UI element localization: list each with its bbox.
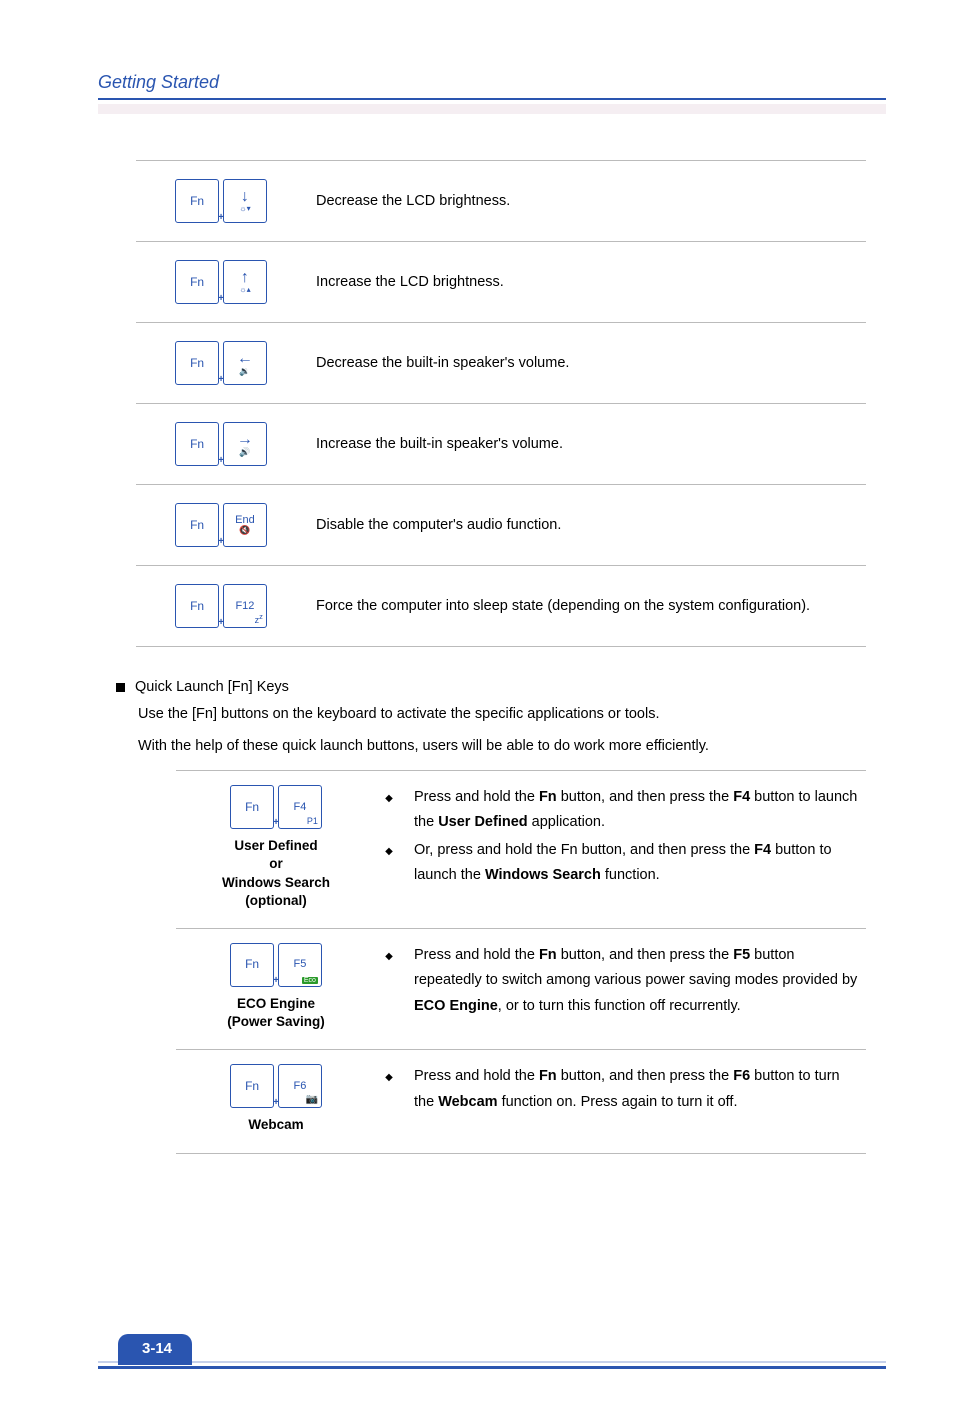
table-row: Fn + Decrease the LCD brightness. xyxy=(136,161,866,242)
quick-launch-paragraph: Use the [Fn] buttons on the keyboard to … xyxy=(138,701,874,729)
quick-launch-table: Fn + F4P1 User Defined or Windows Search… xyxy=(176,770,866,1154)
shortcut-description: Disable the computer's audio function. xyxy=(306,485,866,566)
fn-key-icon: Fn xyxy=(175,179,219,223)
label-line: ECO Engine xyxy=(237,996,315,1011)
label-line: Webcam xyxy=(248,1117,303,1132)
diamond-bullet-icon: ◆ xyxy=(382,1064,396,1115)
bullet-list: ◆ Press and hold the Fn button, and then… xyxy=(382,785,860,889)
key-combo: Fn + xyxy=(174,341,268,385)
table-row: Fn + End Disable the computer's audio fu… xyxy=(136,485,866,566)
arrow-down-brightness-key-icon xyxy=(223,179,267,223)
table-row: Fn + F5Eco ECO Engine (Power Saving) ◆ P… xyxy=(176,928,866,1049)
fn-key-icon: Fn xyxy=(175,503,219,547)
fn-key-icon: Fn xyxy=(175,422,219,466)
eco-engine-label: ECO Engine (Power Saving) xyxy=(182,995,370,1031)
bullet-text: Press and hold the Fn button, and then p… xyxy=(414,785,860,836)
diamond-bullet-icon: ◆ xyxy=(382,943,396,1019)
user-defined-label: User Defined or Windows Search (optional… xyxy=(182,837,370,910)
quick-launch-paragraph: With the help of these quick launch butt… xyxy=(138,733,874,761)
table-row: Fn + Increase the built-in speaker's vol… xyxy=(136,404,866,485)
list-item: ◆ Press and hold the Fn button, and then… xyxy=(382,943,860,1019)
webcam-label: Webcam xyxy=(182,1116,370,1134)
key-combo: Fn + F12zz xyxy=(174,584,268,628)
bullet-list: ◆ Press and hold the Fn button, and then… xyxy=(382,943,860,1019)
list-item: ◆ Press and hold the Fn button, and then… xyxy=(382,785,860,836)
label-line: or xyxy=(269,856,283,871)
shortcut-description: Increase the built-in speaker's volume. xyxy=(306,404,866,485)
fn-key-icon: Fn xyxy=(230,1064,274,1108)
f4-key-icon: F4P1 xyxy=(278,785,322,829)
bullet-text: Press and hold the Fn button, and then p… xyxy=(414,943,860,1019)
key-combo: Fn + F4P1 xyxy=(229,785,323,829)
arrow-up-brightness-key-icon xyxy=(223,260,267,304)
quick-launch-heading-text: Quick Launch [Fn] Keys xyxy=(135,679,289,695)
arrow-right-volume-key-icon xyxy=(223,422,267,466)
label-line: User Defined xyxy=(234,838,317,853)
diamond-bullet-icon: ◆ xyxy=(382,838,396,889)
shortcut-description: Force the computer into sleep state (dep… xyxy=(306,566,866,647)
f12-sleep-key-icon: F12zz xyxy=(223,584,267,628)
fn-key-icon: Fn xyxy=(175,584,219,628)
sleep-icon: zz xyxy=(255,613,263,625)
square-bullet-icon xyxy=(116,683,125,692)
key-combo: Fn + F5Eco xyxy=(229,943,323,987)
shortcut-description: Decrease the built-in speaker's volume. xyxy=(306,323,866,404)
shortcut-description: Increase the LCD brightness. xyxy=(306,242,866,323)
quick-launch-heading: Quick Launch [Fn] Keys xyxy=(116,679,874,695)
fn-key-icon: Fn xyxy=(230,943,274,987)
fn-key-icon: Fn xyxy=(175,341,219,385)
diamond-bullet-icon: ◆ xyxy=(382,785,396,836)
key-combo: Fn + xyxy=(174,422,268,466)
table-row: Fn + F6 Webcam ◆ Press and hold the Fn b… xyxy=(176,1050,866,1153)
key-combo: Fn + xyxy=(174,179,268,223)
label-line: (Power Saving) xyxy=(227,1014,325,1029)
table-row: Fn + Increase the LCD brightness. xyxy=(136,242,866,323)
f6-webcam-key-icon: F6 xyxy=(278,1064,322,1108)
footer-rule xyxy=(98,1366,886,1369)
fn-shortcuts-table: Fn + Decrease the LCD brightness. Fn + I… xyxy=(136,160,866,647)
bullet-text: Press and hold the Fn button, and then p… xyxy=(414,1064,860,1115)
list-item: ◆ Or, press and hold the Fn button, and … xyxy=(382,838,860,889)
main-content: Fn + Decrease the LCD brightness. Fn + I… xyxy=(98,160,874,1154)
shortcut-description: Decrease the LCD brightness. xyxy=(306,161,866,242)
table-row: Fn + Decrease the built-in speaker's vol… xyxy=(136,323,866,404)
f4-key-label: F4 xyxy=(294,802,307,813)
table-row: Fn + F4P1 User Defined or Windows Search… xyxy=(176,771,866,929)
f12-key-label: F12 xyxy=(235,601,254,612)
arrow-left-volume-key-icon xyxy=(223,341,267,385)
key-combo: Fn + F6 xyxy=(229,1064,323,1108)
fn-key-icon: Fn xyxy=(175,260,219,304)
p1-label-icon: P1 xyxy=(307,817,318,826)
key-combo: Fn + End xyxy=(174,503,268,547)
camera-icon xyxy=(305,1095,317,1105)
bullet-text: Or, press and hold the Fn button, and th… xyxy=(414,838,860,889)
f6-key-label: F6 xyxy=(294,1081,307,1092)
label-line: (optional) xyxy=(245,893,306,908)
table-row: Fn + F12zz Force the computer into sleep… xyxy=(136,566,866,647)
f5-key-label: F5 xyxy=(294,959,307,970)
header-rule xyxy=(98,98,886,100)
label-line: Windows Search xyxy=(222,875,330,890)
end-mute-key-icon: End xyxy=(223,503,267,547)
bullet-list: ◆ Press and hold the Fn button, and then… xyxy=(382,1064,860,1115)
key-combo: Fn + xyxy=(174,260,268,304)
f5-eco-key-icon: F5 Eco xyxy=(278,943,322,987)
eco-icon: Eco xyxy=(302,975,318,984)
list-item: ◆ Press and hold the Fn button, and then… xyxy=(382,1064,860,1115)
page-header-title: Getting Started xyxy=(98,72,219,93)
page-number-badge: 3-14 xyxy=(118,1334,192,1365)
fn-key-icon: Fn xyxy=(230,785,274,829)
